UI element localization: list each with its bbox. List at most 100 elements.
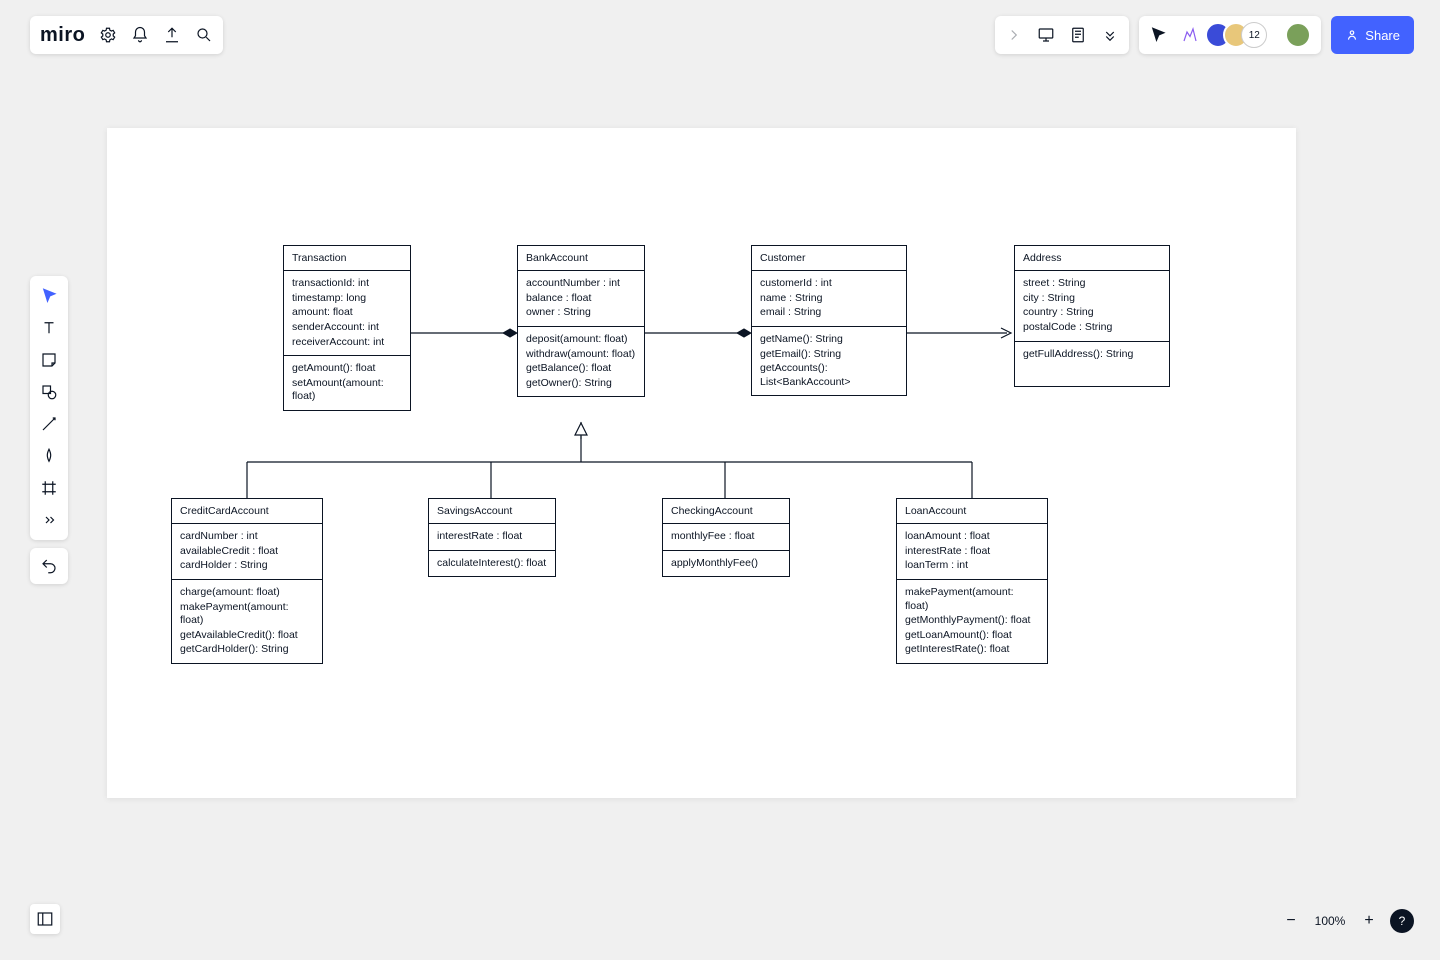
class-member: deposit(amount: float) bbox=[526, 333, 636, 347]
class-member: getMonthlyPayment(): float bbox=[905, 614, 1039, 628]
chevron-right-icon[interactable] bbox=[1005, 26, 1023, 44]
class-attributes: monthlyFee : float bbox=[663, 524, 789, 551]
class-member: transactionId: int bbox=[292, 277, 402, 291]
class-member: makePayment(amount: float) bbox=[180, 601, 314, 628]
class-member: getName(): String bbox=[760, 333, 898, 347]
class-member: owner : String bbox=[526, 306, 636, 320]
class-member: receiverAccount: int bbox=[292, 336, 402, 350]
class-member: timestamp: long bbox=[292, 292, 402, 306]
class-member: accountNumber : int bbox=[526, 277, 636, 291]
class-member: street : String bbox=[1023, 277, 1161, 291]
class-member: interestRate : float bbox=[905, 545, 1039, 559]
board-canvas[interactable]: Transaction transactionId: inttimestamp:… bbox=[107, 128, 1296, 798]
class-bankaccount[interactable]: BankAccount accountNumber : intbalance :… bbox=[517, 245, 645, 397]
class-member: getAvailableCredit(): float bbox=[180, 629, 314, 643]
class-member: interestRate : float bbox=[437, 530, 547, 544]
class-member: postalCode : String bbox=[1023, 321, 1161, 335]
class-member: getOwner(): String bbox=[526, 377, 636, 391]
frame-tool-icon[interactable] bbox=[39, 478, 59, 498]
notes-icon[interactable] bbox=[1069, 26, 1087, 44]
class-methods: deposit(amount: float)withdraw(amount: f… bbox=[518, 327, 644, 397]
class-name: CreditCardAccount bbox=[172, 499, 322, 524]
help-button[interactable]: ? bbox=[1390, 909, 1414, 933]
logo: miro bbox=[40, 24, 85, 47]
class-name: SavingsAccount bbox=[429, 499, 555, 524]
class-member: getFullAddress(): String bbox=[1023, 348, 1161, 362]
gear-icon[interactable] bbox=[99, 26, 117, 44]
class-attributes: street : Stringcity : Stringcountry : St… bbox=[1015, 271, 1169, 342]
class-member: withdraw(amount: float) bbox=[526, 348, 636, 362]
class-member: availableCredit : float bbox=[180, 545, 314, 559]
class-member: senderAccount: int bbox=[292, 321, 402, 335]
select-tool-icon[interactable] bbox=[39, 286, 59, 306]
chevron-down-double-icon[interactable] bbox=[1101, 26, 1119, 44]
class-member: country : String bbox=[1023, 306, 1161, 320]
present-box bbox=[995, 16, 1129, 54]
class-member: monthlyFee : float bbox=[671, 530, 781, 544]
class-creditcardaccount[interactable]: CreditCardAccount cardNumber : intavaila… bbox=[171, 498, 323, 664]
cursor-icon[interactable] bbox=[1149, 26, 1167, 44]
zoom-level[interactable]: 100% bbox=[1312, 914, 1348, 928]
bell-icon[interactable] bbox=[131, 26, 149, 44]
class-methods: applyMonthlyFee() bbox=[663, 551, 789, 577]
more-tools-icon[interactable] bbox=[39, 510, 59, 530]
class-name: BankAccount bbox=[518, 246, 644, 271]
class-loanaccount[interactable]: LoanAccount loanAmount : floatinterestRa… bbox=[896, 498, 1048, 664]
class-member: amount: float bbox=[292, 306, 402, 320]
class-member: cardNumber : int bbox=[180, 530, 314, 544]
zoom-out-button[interactable]: − bbox=[1278, 908, 1304, 934]
reactions-icon[interactable] bbox=[1181, 26, 1199, 44]
sticky-note-icon[interactable] bbox=[39, 350, 59, 370]
class-name: LoanAccount bbox=[897, 499, 1047, 524]
class-member: getInterestRate(): float bbox=[905, 643, 1039, 657]
relationships-layer bbox=[107, 128, 1296, 798]
cursor-box: 12 bbox=[1139, 16, 1321, 54]
upload-icon[interactable] bbox=[163, 26, 181, 44]
class-member: charge(amount: float) bbox=[180, 586, 314, 600]
zoom-in-button[interactable]: + bbox=[1356, 908, 1382, 934]
class-member: getLoanAmount(): float bbox=[905, 629, 1039, 643]
class-methods: calculateInterest(): float bbox=[429, 551, 555, 577]
class-member: makePayment(amount: float) bbox=[905, 586, 1039, 613]
class-attributes: accountNumber : intbalance : floatowner … bbox=[518, 271, 644, 327]
shape-tool-icon[interactable] bbox=[39, 382, 59, 402]
undo-button[interactable] bbox=[30, 548, 68, 584]
class-member: getCardHolder(): String bbox=[180, 643, 314, 657]
class-savingsaccount[interactable]: SavingsAccount interestRate : float calc… bbox=[428, 498, 556, 577]
top-left-toolbar: miro bbox=[30, 16, 223, 54]
frames-panel-button[interactable] bbox=[30, 904, 60, 934]
class-member: setAmount(amount: float) bbox=[292, 377, 402, 404]
class-transaction[interactable]: Transaction transactionId: inttimestamp:… bbox=[283, 245, 411, 411]
avatar-overflow-count: 12 bbox=[1241, 22, 1267, 48]
search-icon[interactable] bbox=[195, 26, 213, 44]
line-tool-icon[interactable] bbox=[39, 414, 59, 434]
class-member: getBalance(): float bbox=[526, 362, 636, 376]
class-member: balance : float bbox=[526, 292, 636, 306]
class-attributes: loanAmount : floatinterestRate : floatlo… bbox=[897, 524, 1047, 580]
class-attributes: interestRate : float bbox=[429, 524, 555, 551]
class-methods: getAmount(): floatsetAmount(amount: floa… bbox=[284, 356, 410, 410]
avatar-stack[interactable]: 12 bbox=[1213, 22, 1267, 48]
class-name: Address bbox=[1015, 246, 1169, 271]
text-tool-icon[interactable] bbox=[39, 318, 59, 338]
class-member: getAmount(): float bbox=[292, 362, 402, 376]
share-label: Share bbox=[1365, 28, 1400, 43]
avatar bbox=[1285, 22, 1311, 48]
presentation-icon[interactable] bbox=[1037, 26, 1055, 44]
class-customer[interactable]: Customer customerId : intname : Stringem… bbox=[751, 245, 907, 396]
class-checkingaccount[interactable]: CheckingAccount monthlyFee : float apply… bbox=[662, 498, 790, 577]
class-member: name : String bbox=[760, 292, 898, 306]
class-member: getEmail(): String bbox=[760, 348, 898, 362]
class-member: city : String bbox=[1023, 292, 1161, 306]
class-methods: charge(amount: float)makePayment(amount:… bbox=[172, 580, 322, 663]
share-button[interactable]: Share bbox=[1331, 16, 1414, 54]
class-member: loanAmount : float bbox=[905, 530, 1039, 544]
class-name: Customer bbox=[752, 246, 906, 271]
class-member: loanTerm : int bbox=[905, 559, 1039, 573]
class-attributes: customerId : intname : Stringemail : Str… bbox=[752, 271, 906, 327]
class-member: calculateInterest(): float bbox=[437, 557, 547, 571]
class-member: applyMonthlyFee() bbox=[671, 557, 781, 571]
class-methods: getName(): StringgetEmail(): StringgetAc… bbox=[752, 327, 906, 396]
class-address[interactable]: Address street : Stringcity : Stringcoun… bbox=[1014, 245, 1170, 387]
pen-tool-icon[interactable] bbox=[39, 446, 59, 466]
